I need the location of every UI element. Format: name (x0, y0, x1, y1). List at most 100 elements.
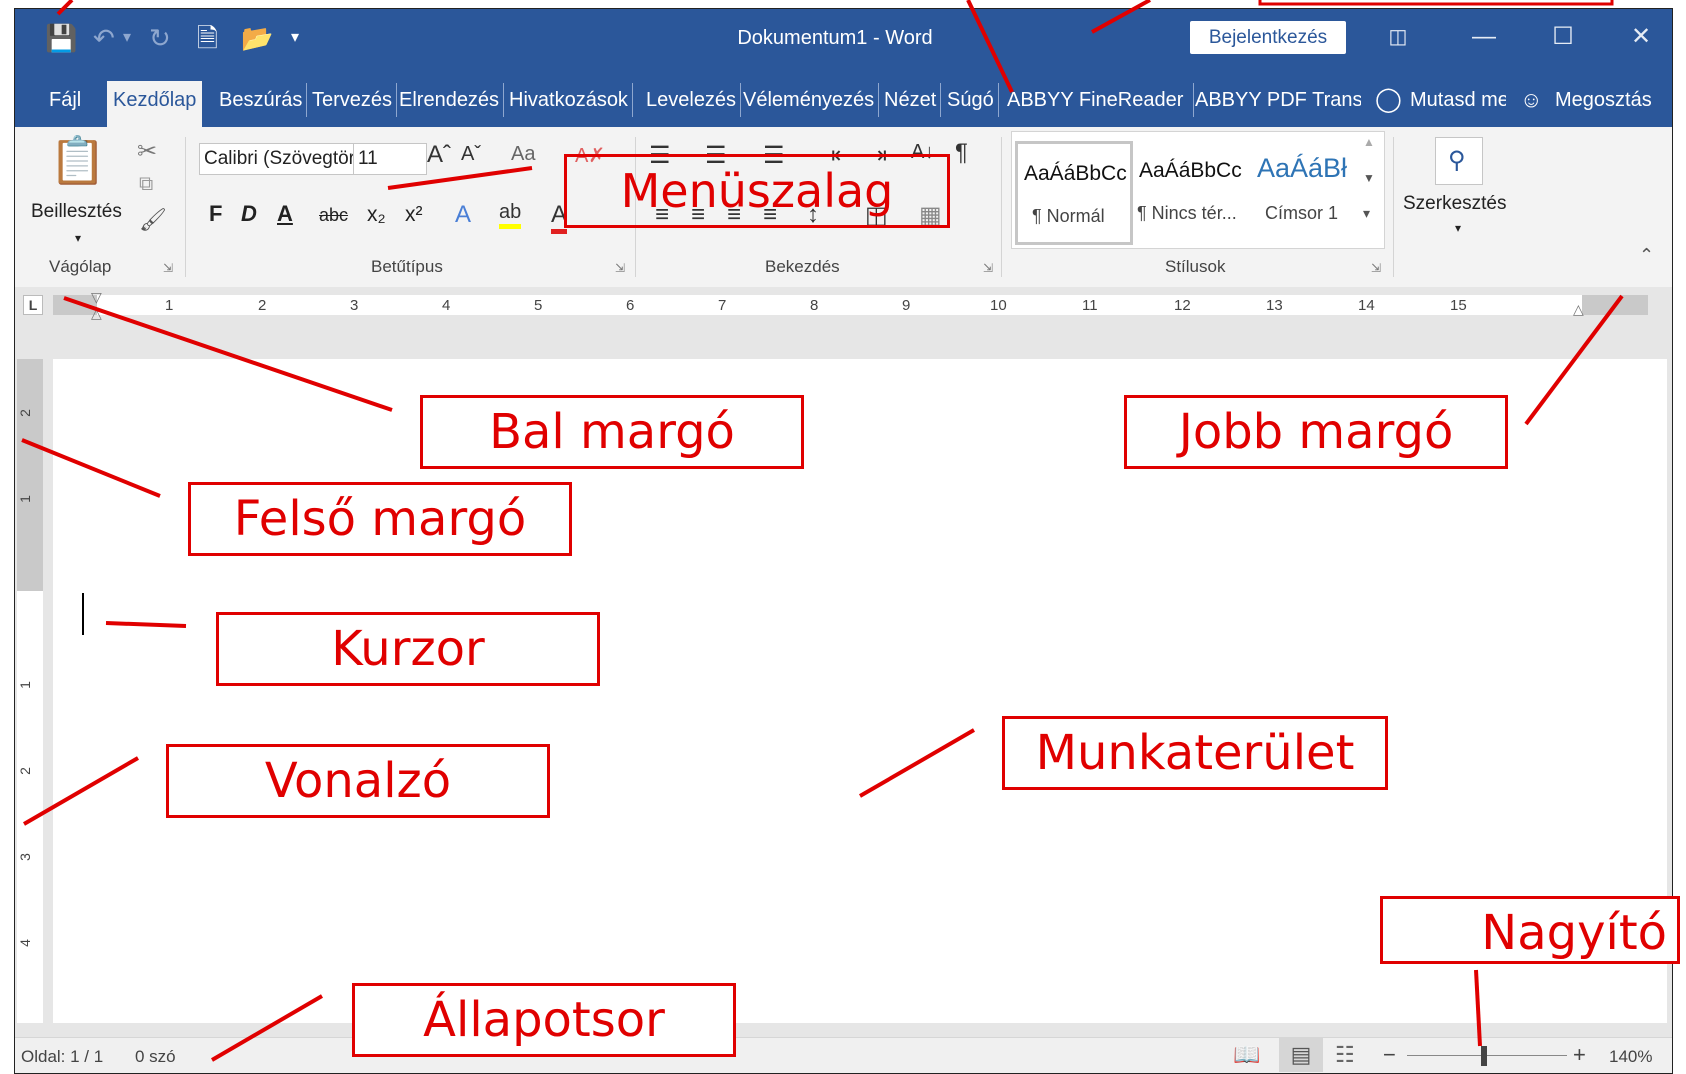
tab-abbyy-pdf[interactable]: ABBYY PDF Transfo (1195, 83, 1361, 117)
ribbon-display-options-icon[interactable]: ◫ (1378, 19, 1418, 55)
tell-me-search[interactable]: Mutasd meg (1410, 83, 1506, 117)
styles-launcher-icon[interactable]: ⇲ (1371, 261, 1381, 275)
tab-view[interactable]: Nézet (884, 83, 942, 117)
text-cursor (82, 593, 84, 635)
ruler-tick: 2 (16, 767, 33, 775)
paragraph-launcher-icon[interactable]: ⇲ (983, 261, 993, 275)
tab-help[interactable]: Súgó (947, 83, 999, 117)
collapse-ribbon-icon[interactable]: ⌃ (1639, 245, 1654, 266)
font-name-combobox[interactable]: Calibri (Szövegtörzs) (199, 143, 355, 175)
style-no-spacing[interactable]: AaÁáBbCc ¶ Nincs tér... (1133, 141, 1251, 239)
page-count[interactable]: Oldal: 1 / 1 (21, 1047, 103, 1067)
group-label-font: Betűtípus (371, 257, 443, 276)
shrink-font-icon[interactable]: Aˇ (461, 143, 481, 166)
zoom-level[interactable]: 140% (1609, 1047, 1652, 1067)
font-launcher-icon[interactable]: ⇲ (615, 261, 625, 275)
show-formatting-icon[interactable]: ¶ (955, 139, 968, 167)
styles-scroll-down-icon[interactable]: ▼ (1363, 171, 1375, 185)
ruler-bar (53, 295, 1648, 315)
italic-button[interactable]: D (241, 201, 257, 227)
share-person-icon: ☺ (1520, 87, 1543, 112)
style-heading1[interactable]: AaÁáBł Címsor 1 (1251, 141, 1369, 239)
text-effects-icon[interactable]: A (455, 201, 471, 229)
zoom-slider-thumb[interactable] (1481, 1046, 1487, 1066)
minimize-icon[interactable]: — (1464, 19, 1504, 55)
close-icon[interactable]: ✕ (1621, 19, 1661, 55)
web-layout-icon[interactable]: ☷ (1335, 1042, 1355, 1068)
format-painter-icon[interactable]: 🖌 (139, 207, 167, 233)
tab-home[interactable]: Kezdőlap (107, 81, 203, 127)
style-sample: AaÁáBł (1257, 153, 1348, 183)
undo-icon[interactable]: ↶ (93, 23, 115, 53)
strikethrough-button[interactable]: abc (319, 205, 348, 226)
tab-insert[interactable]: Beszúrás (219, 83, 308, 117)
bold-button[interactable]: F (209, 201, 222, 227)
tab-mailings[interactable]: Levelezés (646, 83, 742, 117)
grow-font-icon[interactable]: Aˆ (427, 141, 451, 169)
font-size-combobox[interactable]: 11 (353, 143, 427, 175)
tab-review[interactable]: Véleményezés (743, 83, 880, 117)
underline-button[interactable]: A (277, 201, 293, 227)
open-folder-icon[interactable]: 📂 (241, 23, 273, 53)
paste-label[interactable]: Beillesztés (31, 201, 122, 223)
style-sample: AaÁáBbCc (1139, 159, 1242, 182)
search-icon: ⚲ (1448, 147, 1466, 174)
ruler-tick: 13 (1266, 297, 1283, 314)
annotation-statusbar: Állapotsor (352, 983, 736, 1057)
undo-dropdown-icon[interactable]: ▾ (123, 23, 131, 53)
styles-more-icon[interactable]: ▾ (1363, 205, 1370, 222)
styles-scroll-up-icon[interactable]: ▲ (1363, 135, 1375, 149)
search-box[interactable]: ⚲ (1435, 137, 1483, 185)
ruler-tick: 3 (350, 297, 359, 314)
document-title: Dokumentum1 - Word (737, 27, 933, 49)
ruler-tick: 3 (16, 853, 33, 861)
zoom-slider[interactable] (1407, 1055, 1567, 1056)
right-indent-marker[interactable]: △ (1573, 301, 1584, 318)
highlight-icon[interactable]: ab (499, 201, 522, 229)
change-case-icon[interactable]: Aa (511, 143, 535, 166)
ruler-tick: 15 (1450, 297, 1467, 314)
ruler-right-margin-area (1582, 295, 1648, 315)
tab-selector-icon[interactable]: L (23, 295, 43, 315)
paste-icon[interactable]: 📋 (49, 133, 106, 188)
editing-button[interactable]: Szerkesztés (1403, 193, 1506, 215)
subscript-button[interactable]: x₂ (367, 203, 386, 227)
print-layout-icon[interactable]: ▤ (1279, 1038, 1323, 1072)
cut-icon[interactable]: ✂ (137, 137, 157, 166)
print-preview-icon[interactable]: 🗎 (197, 23, 218, 53)
tab-file[interactable]: Fájl (49, 83, 81, 117)
share-button[interactable]: Megosztás (1555, 83, 1652, 117)
signin-button[interactable]: Bejelentkezés (1190, 21, 1346, 54)
copy-icon[interactable]: ⧉ (139, 173, 153, 196)
annotation-left-margin: Bal margó (420, 395, 804, 469)
tab-abbyy-finereader[interactable]: ABBYY FineReader (1007, 83, 1194, 117)
tab-design[interactable]: Tervezés (312, 83, 398, 117)
editing-dropdown-icon[interactable]: ▾ (1455, 221, 1461, 235)
tab-layout[interactable]: Elrendezés (399, 83, 505, 117)
word-count[interactable]: 0 szó (135, 1047, 176, 1067)
ruler-tick: 9 (902, 297, 911, 314)
left-indent-marker[interactable]: △ (91, 305, 102, 322)
ruler-tick: 1 (165, 297, 174, 314)
style-normal[interactable]: AaÁáBbCc ¶ Normál (1015, 141, 1133, 245)
tab-references[interactable]: Hivatkozások (509, 83, 633, 117)
horizontal-ruler[interactable]: L 1 2 3 4 5 6 7 8 9 10 11 12 13 14 15 ▽ … (15, 287, 1672, 323)
zoom-in-icon[interactable]: + (1573, 1042, 1586, 1068)
clipboard-launcher-icon[interactable]: ⇲ (163, 261, 173, 275)
group-separator (1001, 137, 1002, 277)
paste-dropdown-icon[interactable]: ▾ (75, 231, 81, 245)
ruler-tick: 1 (16, 495, 33, 503)
read-mode-icon[interactable]: 📖 (1233, 1042, 1260, 1068)
style-name: ¶ Normál (1032, 206, 1105, 226)
save-icon[interactable]: 💾 (45, 23, 77, 53)
style-name: Címsor 1 (1265, 203, 1339, 223)
redo-icon[interactable]: ↻ (149, 23, 171, 53)
customize-toolbar-icon[interactable]: ▾ (291, 23, 299, 53)
maximize-icon[interactable]: ☐ (1543, 19, 1583, 55)
lightbulb-icon: ◯ (1375, 86, 1402, 113)
zoom-out-icon[interactable]: − (1383, 1042, 1396, 1068)
group-label-clipboard: Vágólap (49, 257, 112, 276)
first-line-indent-marker[interactable]: ▽ (91, 289, 102, 306)
superscript-button[interactable]: x² (405, 203, 423, 227)
vertical-ruler[interactable]: 2 1 1 2 3 4 (17, 359, 43, 1023)
